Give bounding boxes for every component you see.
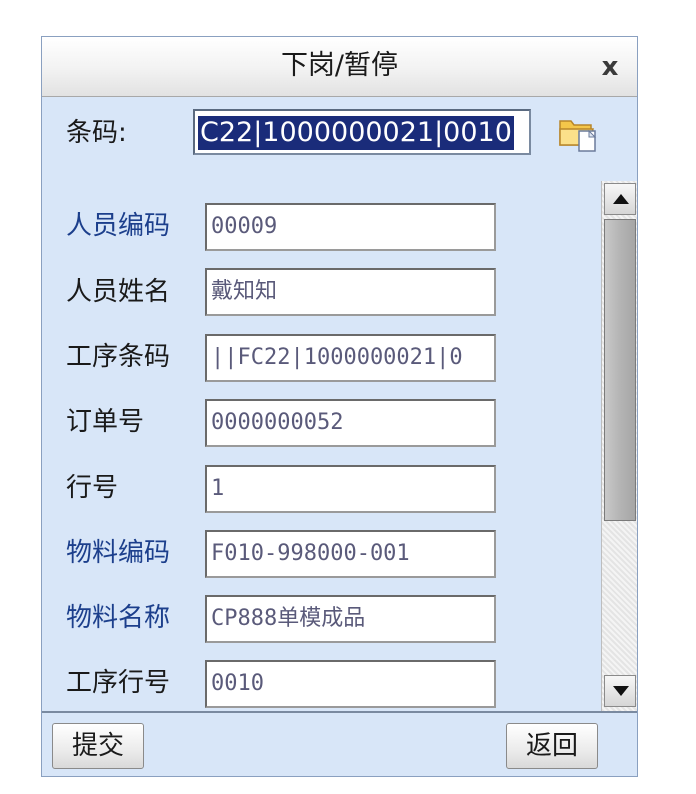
order-no-field[interactable]: 0000000052 bbox=[205, 399, 496, 447]
staff-name-field[interactable]: 戴知知 bbox=[205, 268, 496, 316]
bottom-toolbar: 提交 返回 bbox=[42, 711, 637, 776]
vertical-scrollbar[interactable] bbox=[601, 181, 637, 711]
submit-button[interactable]: 提交 bbox=[52, 723, 144, 769]
field-label-staff-name: 人员姓名 bbox=[66, 277, 171, 307]
barcode-input[interactable]: C22|1000000021|0010 bbox=[193, 109, 531, 155]
field-label-line-no: 行号 bbox=[66, 473, 119, 503]
close-button[interactable]: x bbox=[594, 51, 626, 83]
title-bar: 下岗/暂停 x bbox=[42, 37, 637, 97]
arrow-down-icon[interactable] bbox=[604, 675, 636, 707]
field-label-material-name: 物料名称 bbox=[66, 603, 171, 633]
dialog-title: 下岗/暂停 bbox=[280, 50, 399, 81]
field-label-process-line-no: 工序行号 bbox=[66, 668, 171, 698]
material-code-field[interactable]: F010-998000-001 bbox=[205, 530, 496, 578]
arrow-up-icon[interactable] bbox=[604, 183, 636, 215]
pause-dialog: 下岗/暂停 x 条码: C22|1000000021|0010 人员编码 000… bbox=[41, 36, 638, 777]
field-label-order-no: 订单号 bbox=[66, 407, 145, 437]
scrollbar-thumb[interactable] bbox=[604, 219, 636, 521]
field-label-staff-code: 人员编码 bbox=[66, 211, 171, 241]
form-scroll-area: 人员编码 00009 人员姓名 戴知知 工序条码 ||FC22|10000000… bbox=[42, 177, 637, 711]
folder-open-icon[interactable] bbox=[557, 113, 601, 153]
process-line-no-field[interactable]: 0010 bbox=[205, 660, 496, 708]
back-button[interactable]: 返回 bbox=[506, 723, 598, 769]
field-label-material-code: 物料编码 bbox=[66, 538, 171, 568]
barcode-label: 条码: bbox=[66, 118, 127, 148]
field-label-process-barcode: 工序条码 bbox=[66, 342, 171, 372]
staff-code-field[interactable]: 00009 bbox=[205, 203, 496, 251]
process-barcode-field[interactable]: ||FC22|1000000021|0 bbox=[205, 334, 496, 382]
line-no-field[interactable]: 1 bbox=[205, 465, 496, 513]
barcode-selected-text: C22|1000000021|0010 bbox=[198, 116, 514, 150]
material-name-field[interactable]: CP888单模成品 bbox=[205, 595, 496, 643]
